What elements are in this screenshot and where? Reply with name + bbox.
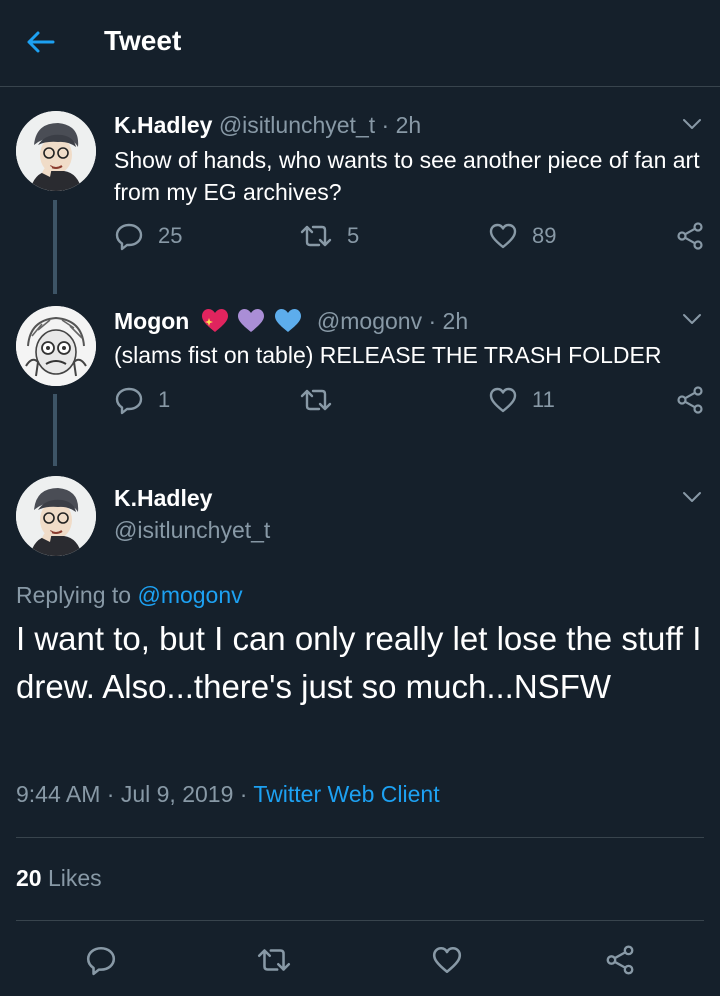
reply-button[interactable] xyxy=(81,940,121,980)
share-icon xyxy=(606,945,634,975)
back-button[interactable] xyxy=(22,26,58,58)
chevron-down-icon[interactable] xyxy=(680,112,704,136)
avatar[interactable] xyxy=(16,476,96,556)
heart-icon xyxy=(432,946,462,974)
tweet-text: Show of hands, who wants to see another … xyxy=(114,147,700,205)
author-handle[interactable]: @mogonv xyxy=(317,308,422,334)
retweet-icon xyxy=(300,389,332,411)
reply-count: 1 xyxy=(158,387,171,412)
like-button[interactable]: 89 xyxy=(488,221,556,251)
tweet-actions: 1 11 xyxy=(114,385,709,421)
retweet-icon xyxy=(257,949,291,971)
reply-icon xyxy=(115,223,143,251)
replying-to: Replying to @mogonv xyxy=(16,582,243,609)
tweet-actions xyxy=(0,940,720,984)
tweet-time: · 2h xyxy=(428,308,469,334)
heart-icon xyxy=(489,223,517,249)
tweet-date[interactable]: Jul 9, 2019 xyxy=(121,781,234,807)
thread-connector xyxy=(53,200,57,294)
retweet-button[interactable] xyxy=(299,385,333,415)
like-button[interactable] xyxy=(427,940,467,980)
retweet-count: 5 xyxy=(347,223,360,248)
thread-connector xyxy=(53,394,57,466)
like-count: 89 xyxy=(532,223,557,248)
likes-label: Likes xyxy=(47,865,102,891)
heart-icon xyxy=(489,387,517,413)
share-button[interactable] xyxy=(600,940,640,980)
sparkling-heart-icon xyxy=(201,309,228,332)
reply-button[interactable]: 1 xyxy=(114,385,170,415)
like-count: 11 xyxy=(532,387,555,412)
share-button[interactable] xyxy=(676,385,704,415)
chevron-down-icon[interactable] xyxy=(680,485,704,509)
tweet-time[interactable]: 9:44 AM xyxy=(16,781,100,807)
tweet-client-link[interactable]: Twitter Web Client xyxy=(253,781,439,807)
share-icon xyxy=(677,222,703,250)
name-emojis xyxy=(200,307,303,339)
tweet-text: (slams fist on table) RELEASE THE TRASH … xyxy=(114,342,662,368)
divider xyxy=(16,837,704,838)
avatar[interactable] xyxy=(16,306,96,386)
top-bar: Tweet xyxy=(0,0,720,87)
likes-count: 20 xyxy=(16,865,42,891)
tweet-header: K.Hadley @isitlunchyet_t · 2h xyxy=(114,112,421,139)
tweet-text: I want to, but I can only really let los… xyxy=(16,620,702,705)
author-name[interactable]: K.Hadley xyxy=(114,485,212,512)
tweet-time: · 2h xyxy=(381,112,422,138)
likes-summary[interactable]: 20 Likes xyxy=(16,865,102,892)
author-name[interactable]: K.Hadley xyxy=(114,112,212,138)
blue-heart-icon xyxy=(274,309,301,332)
replying-to-link[interactable]: @mogonv xyxy=(137,582,242,608)
avatar[interactable] xyxy=(16,111,96,191)
author-handle[interactable]: @isitlunchyet_t xyxy=(219,112,375,138)
author-name[interactable]: Mogon xyxy=(114,308,189,334)
arrow-left-icon xyxy=(27,31,55,53)
replying-label: Replying to xyxy=(16,582,132,608)
purple-heart-icon xyxy=(238,309,265,332)
chevron-down-icon[interactable] xyxy=(680,307,704,331)
like-button[interactable]: 11 xyxy=(488,385,555,415)
share-button[interactable] xyxy=(676,221,704,251)
divider xyxy=(16,920,704,921)
tweet-header: Mogon @mogonv · 2h xyxy=(114,307,468,339)
reply-icon xyxy=(115,387,143,415)
retweet-icon xyxy=(300,225,332,247)
tweet-meta: 9:44 AM · Jul 9, 2019 · Twitter Web Clie… xyxy=(16,781,440,807)
author-handle[interactable]: @isitlunchyet_t xyxy=(114,517,270,544)
retweet-button[interactable]: 5 xyxy=(299,221,359,251)
share-icon xyxy=(677,386,703,414)
page-title: Tweet xyxy=(104,25,182,56)
tweet-actions: 25 5 89 xyxy=(114,221,709,257)
retweet-button[interactable] xyxy=(254,940,294,980)
reply-button[interactable]: 25 xyxy=(114,221,182,251)
reply-icon xyxy=(86,946,116,976)
reply-count: 25 xyxy=(158,223,183,248)
